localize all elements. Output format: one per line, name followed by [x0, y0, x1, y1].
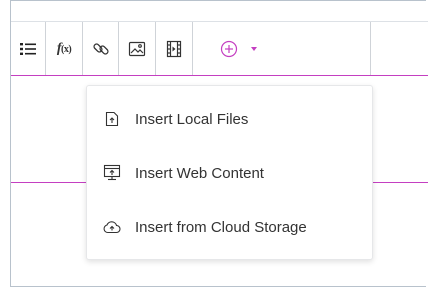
cloud-upload-icon [103, 218, 121, 236]
image-icon [128, 40, 146, 58]
web-content-icon [103, 164, 121, 182]
menu-item-insert-web-content[interactable]: Insert Web Content [87, 156, 372, 190]
image-button[interactable] [119, 22, 156, 75]
accent-divider-body [11, 182, 86, 183]
menu-item-insert-local-files[interactable]: Insert Local Files [87, 102, 372, 136]
function-icon: f(x) [56, 40, 72, 56]
list-icon [20, 42, 36, 56]
menu-item-insert-from-cloud-storage[interactable]: Insert from Cloud Storage [87, 210, 372, 244]
link-button[interactable] [83, 22, 119, 75]
formula-button[interactable]: f(x) [46, 22, 83, 75]
bulleted-list-button[interactable] [11, 22, 46, 75]
editor-toolbar: f(x) [11, 22, 428, 75]
insert-menu: Insert Local Files Insert Web Content In… [86, 85, 373, 260]
caret-down-icon [251, 46, 257, 51]
plus-circle-icon [220, 40, 238, 58]
accent-divider-top [11, 75, 428, 76]
accent-divider-body-right [373, 182, 428, 183]
link-icon [92, 40, 110, 58]
video-icon [166, 40, 182, 58]
video-button[interactable] [156, 22, 193, 75]
insert-dropdown-button[interactable] [193, 22, 371, 75]
file-upload-icon [103, 110, 121, 128]
